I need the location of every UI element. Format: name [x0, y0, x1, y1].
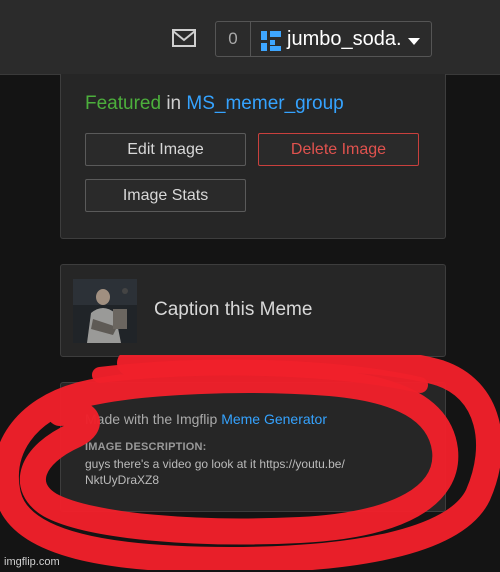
featured-label: Featured [85, 93, 162, 114]
notification-count-button[interactable]: 0 [215, 21, 251, 57]
username-label: jumbo_soda. [287, 28, 402, 50]
stream-link[interactable]: MS_memer_group [186, 93, 343, 114]
meme-generator-link[interactable]: Meme Generator [221, 411, 327, 427]
image-description-heading: IMAGE DESCRIPTION: [85, 441, 207, 453]
top-navbar: 0 jumbo_soda. [0, 0, 500, 75]
caret-down-icon [408, 38, 420, 45]
image-description-panel: Made with the Imgflip Meme Generator IMA… [60, 382, 446, 512]
user-menu-button[interactable]: jumbo_soda. [251, 21, 432, 57]
imgflip-watermark: imgflip.com [4, 556, 60, 568]
featured-line: Featured in MS_memer_group [85, 93, 344, 115]
caption-meme-panel[interactable]: Caption this Meme [60, 264, 446, 357]
mail-icon[interactable] [171, 28, 197, 48]
delete-image-button[interactable]: Delete Image [258, 133, 419, 166]
made-with-prefix: Made with the Imgflip [85, 411, 218, 427]
user-avatar-icon [261, 31, 281, 51]
image-description-text: guys there's a video go look at it https… [85, 457, 345, 487]
caption-this-meme-label: Caption this Meme [154, 299, 313, 320]
meme-thumbnail-image [73, 279, 137, 343]
made-with-line: Made with the Imgflip Meme Generator [85, 411, 327, 427]
image-actions-panel: Featured in MS_memer_group Edit Image De… [60, 74, 446, 239]
edit-image-button[interactable]: Edit Image [85, 133, 246, 166]
in-label: in [166, 93, 182, 114]
image-stats-button[interactable]: Image Stats [85, 179, 246, 212]
meme-thumbnail[interactable] [73, 279, 137, 343]
